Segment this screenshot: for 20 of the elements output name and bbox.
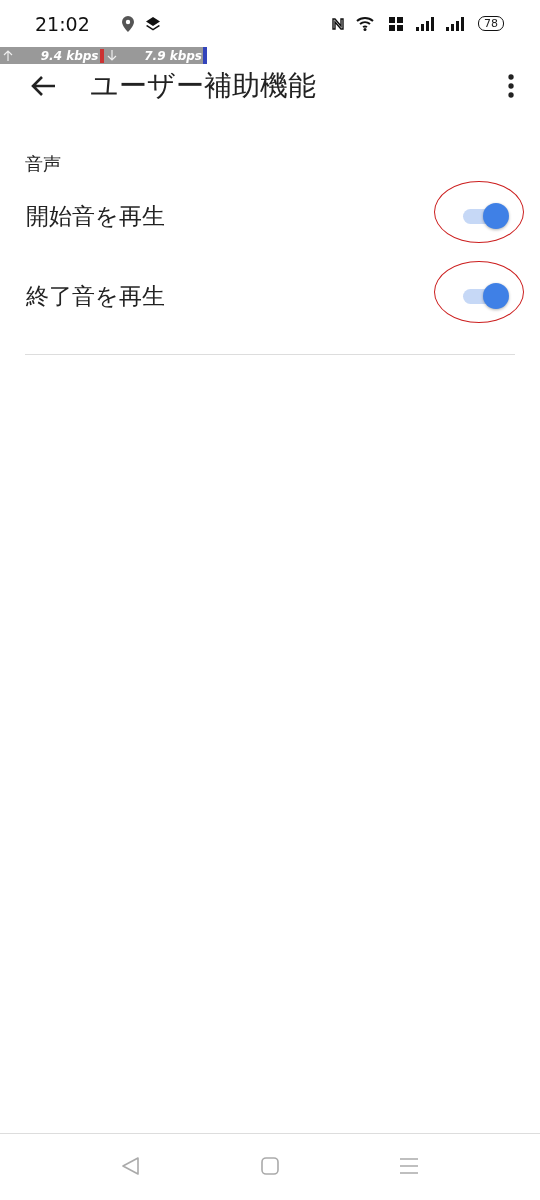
nfc-icon [332, 16, 344, 31]
download-arrow-icon [106, 50, 117, 61]
setting-label: 開始音を再生 [26, 201, 165, 231]
signal-icon [416, 16, 434, 31]
battery-indicator: 78 [478, 16, 504, 31]
layers-icon [145, 16, 160, 31]
wifi-icon [356, 16, 376, 31]
setting-label: 終了音を再生 [26, 281, 165, 311]
more-icon [508, 74, 514, 98]
upload-speed: 9.4 kbps [13, 48, 104, 63]
status-time: 21:02 [35, 12, 90, 35]
section-header: 音声 [25, 152, 61, 176]
screen-title: ユーザー補助機能 [90, 68, 316, 104]
download-speed: 7.9 kbps [143, 48, 203, 63]
back-arrow-icon [30, 75, 56, 97]
upload-arrow-icon [3, 50, 13, 61]
signal-icon [446, 16, 464, 31]
home-icon[interactable] [261, 1157, 279, 1175]
back-icon[interactable] [121, 1156, 141, 1176]
location-pin-icon [121, 15, 134, 32]
